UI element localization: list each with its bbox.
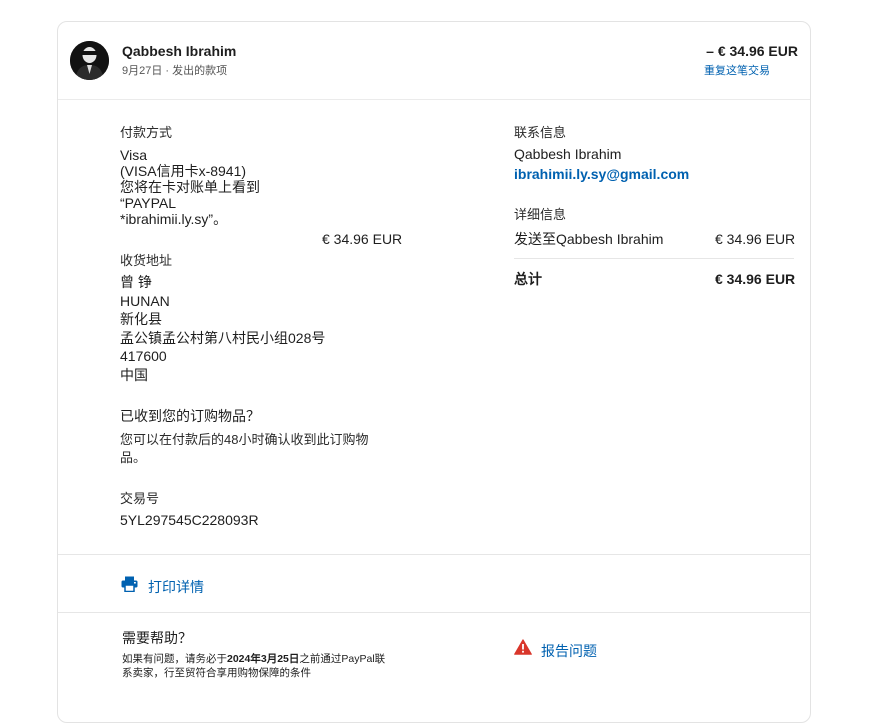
contact-name: Qabbesh Ibrahim xyxy=(514,146,622,162)
payment-line: (VISA信用卡x-8941) xyxy=(120,163,247,179)
warning-icon[interactable] xyxy=(514,639,532,655)
address-line: 中国 xyxy=(120,366,148,383)
section-divider xyxy=(58,554,810,555)
total-label: 总计 xyxy=(514,271,542,287)
help-deadline: 2024年3月25日 xyxy=(227,653,300,665)
print-details-link[interactable]: 打印详情 xyxy=(148,577,204,597)
received-note: 您可以在付款后的48小时确认收到此订购物 品。 xyxy=(120,431,368,467)
section-divider xyxy=(58,612,810,613)
shipping-address-label: 收货地址 xyxy=(120,253,173,268)
transaction-date-type: 9月27日 · 发出的款项 xyxy=(122,65,228,77)
help-title: 需要帮助？ xyxy=(122,630,192,646)
transaction-id-label: 交易号 xyxy=(120,491,160,506)
merchant-name: Qabbesh Ibrahim xyxy=(122,43,237,59)
payment-line: *ibrahimii.ly.sy”。 xyxy=(120,211,228,227)
address-line: HUNAN xyxy=(120,292,170,309)
payment-line: 您将在卡对账单上看到 xyxy=(120,179,260,195)
address-line: 新化县 xyxy=(120,311,162,327)
report-problem-link[interactable]: 报告问题 xyxy=(541,641,597,661)
help-text-suffix: 之前通过PayPal联 xyxy=(299,653,386,665)
help-text-prefix: 如果有问题，请务必于 xyxy=(122,653,227,665)
repeat-transaction-link[interactable]: 重复这笔交易 xyxy=(704,62,770,78)
address-line: 孟公镇孟公村第八村民小组028号 xyxy=(120,329,326,346)
address-line: 417600 xyxy=(120,348,167,364)
help-text: 如果有问题，请务必于2024年3月25日之前通过PayPal联 系卖家，行至贸符… xyxy=(122,652,385,680)
address-line: 曾 铮 xyxy=(120,274,152,290)
total-amount: € 34.96 EUR xyxy=(715,271,796,287)
payment-line: Visa xyxy=(120,147,147,163)
avatar xyxy=(70,41,109,80)
received-note-line: 您可以在付款后的48小时确认收到此订购物 xyxy=(120,432,369,447)
help-text-line2: 系卖家，行至贸符合享用购物保障的条件 xyxy=(122,667,311,679)
details-label: 详细信息 xyxy=(514,207,567,222)
payment-method-details: Visa (VISA信用卡x-8941) 您将在卡对账单上看到 “PAYPAL … xyxy=(120,147,260,227)
transaction-card: Qabbesh Ibrahim 9月27日 · 发出的款项 – € 34.96 … xyxy=(57,21,811,723)
contact-email-link[interactable]: ibrahimii.ly.sy@gmail.com xyxy=(514,166,689,182)
shipping-address: 曾 铮 HUNAN 新化县 孟公镇孟公村第八村民小组028号 417600 中国 xyxy=(120,273,325,384)
payment-amount: € 34.96 EUR xyxy=(322,231,403,247)
payment-method-label: 付款方式 xyxy=(120,125,173,140)
contact-info-label: 联系信息 xyxy=(514,125,567,140)
received-note-line: 品。 xyxy=(120,450,147,465)
transaction-id: 5YL297545C228093R xyxy=(120,512,259,528)
payment-line: “PAYPAL xyxy=(120,195,177,211)
details-item: 发送至Qabbesh Ibrahim xyxy=(514,231,664,247)
transaction-amount: – € 34.96 EUR xyxy=(706,43,798,59)
transaction-header: Qabbesh Ibrahim 9月27日 · 发出的款项 – € 34.96 … xyxy=(58,22,810,100)
details-divider xyxy=(514,258,794,259)
received-question: 已收到您的订购物品？ xyxy=(120,408,260,424)
print-icon[interactable] xyxy=(121,576,138,593)
details-item-amount: € 34.96 EUR xyxy=(715,231,796,247)
